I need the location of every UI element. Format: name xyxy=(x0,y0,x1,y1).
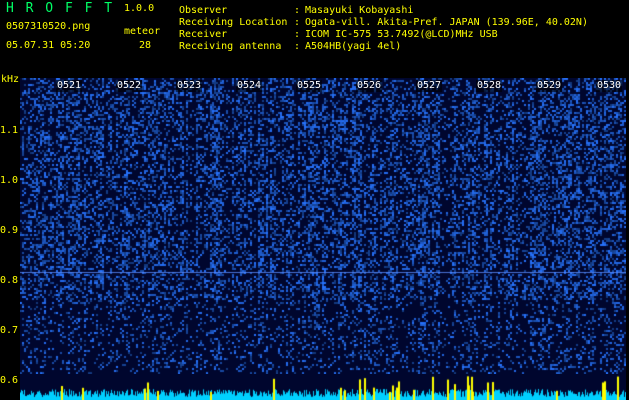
y-tick-label: 1.1 xyxy=(0,125,19,136)
receiver-label: Receiver xyxy=(179,29,228,40)
signal-strength-trace xyxy=(20,374,626,400)
y-tick-label: 0.8 xyxy=(0,275,19,286)
spectrogram-canvas xyxy=(20,78,626,374)
location-label: Receiving Location xyxy=(179,17,288,28)
time-label: 0526 xyxy=(356,80,383,92)
time-label: 0523 xyxy=(176,80,203,92)
time-label: 0524 xyxy=(236,80,263,92)
spectrogram-plot xyxy=(20,78,626,400)
location-value: Ogata-vill. Akita-Pref. JAPAN (139.96E, … xyxy=(305,17,588,28)
time-label: 0522 xyxy=(116,80,143,92)
info-colon: : xyxy=(294,17,301,28)
app-title: H R O F F T xyxy=(6,1,115,16)
meteor-label: meteor xyxy=(124,26,161,37)
time-label: 0530 xyxy=(596,80,623,92)
observer-label: Observer xyxy=(179,5,228,16)
time-label: 0527 xyxy=(416,80,443,92)
header-panel: H R O F F T 1.0.0 0507310520.png meteor … xyxy=(0,0,629,74)
filename-label: 0507310520.png xyxy=(6,21,91,32)
time-label: 0528 xyxy=(476,80,503,92)
info-colon: : xyxy=(294,41,301,52)
time-label: 0521 xyxy=(56,80,83,92)
app-version: 1.0.0 xyxy=(124,3,155,14)
y-tick-label: 0.7 xyxy=(0,325,19,336)
time-label: 0529 xyxy=(536,80,563,92)
frequency-axis: 1.1 1.0 0.9 0.8 0.7 0.6 xyxy=(0,74,20,400)
datetime-label: 05.07.31 05:20 xyxy=(6,40,91,51)
antenna-value: A504HB(yagi 4el) xyxy=(305,41,402,52)
antenna-label: Receiving antenna xyxy=(179,41,282,52)
meteor-count: 28 xyxy=(139,40,152,51)
y-tick-label: 1.0 xyxy=(0,175,19,186)
time-label: 0525 xyxy=(296,80,323,92)
receiver-value: ICOM IC-575 53.7492(@LCD)MHz USB xyxy=(305,29,498,40)
y-tick-label: 0.6 xyxy=(0,375,19,386)
observer-value: Masayuki Kobayashi xyxy=(305,5,414,16)
info-colon: : xyxy=(294,29,301,40)
info-colon: : xyxy=(294,5,301,16)
y-tick-label: 0.9 xyxy=(0,225,19,236)
